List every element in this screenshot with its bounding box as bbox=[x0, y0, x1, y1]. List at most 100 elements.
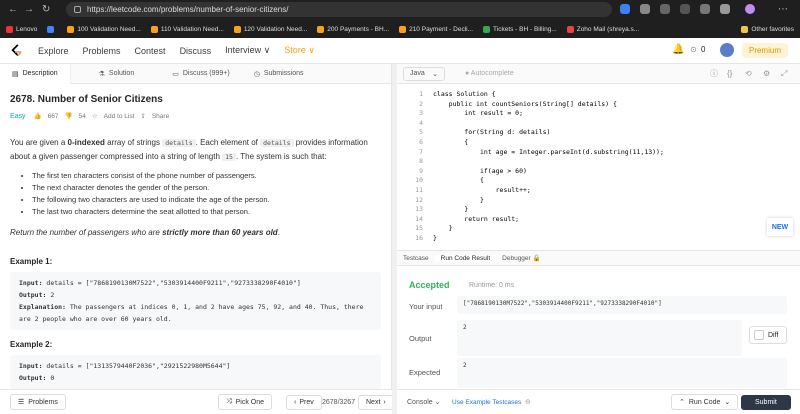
code-editor[interactable]: 1 2 3 4 5 6 7 8 9 10 11 12 13 14 15 16 class Solution {… bbox=[397, 84, 800, 254]
bookmark-item[interactable]: 110 Validation Need... bbox=[150, 25, 224, 33]
extension-icon[interactable] bbox=[620, 4, 630, 14]
profile-avatar-icon[interactable] bbox=[745, 4, 755, 14]
console-toggle[interactable]: Console ⌄ bbox=[407, 398, 441, 406]
problem-tabs: ▤ Description ⚗ Solution ▭ Discuss (999+) ◷… bbox=[0, 63, 391, 84]
line-numbers: 1 2 3 4 5 6 7 8 9 10 11 12 13 14 15 16 bbox=[415, 90, 423, 242]
forward-icon[interactable]: → bbox=[24, 4, 34, 15]
leetcode-logo-icon[interactable] bbox=[10, 43, 24, 58]
chevron-down-icon: ⌄ bbox=[434, 399, 441, 406]
thumbs-down-icon[interactable]: 👎 bbox=[65, 112, 73, 120]
user-avatar[interactable] bbox=[720, 43, 734, 57]
other-favorites[interactable]: Other favorites bbox=[741, 25, 794, 33]
nav-discuss[interactable]: Discuss bbox=[180, 46, 212, 56]
nav-explore[interactable]: Explore bbox=[38, 46, 69, 56]
extension-icon[interactable] bbox=[660, 4, 670, 14]
share-link[interactable]: Share bbox=[152, 113, 169, 120]
back-icon[interactable]: ← bbox=[8, 4, 18, 15]
bookmarks-bar: Lenovo 100 Validation Need... 110 Valida… bbox=[0, 22, 800, 36]
new-feature-badge[interactable]: NEW bbox=[767, 218, 793, 236]
chevron-down-icon: ⌄ bbox=[432, 70, 438, 78]
list-item: The following two characters are used to… bbox=[32, 194, 381, 206]
bookmark-item[interactable]: 120 Validation Need... bbox=[233, 25, 307, 33]
bookmark-item[interactable]: Zoho Mail (shreya.s... bbox=[566, 25, 639, 33]
output-label: Output bbox=[409, 334, 432, 343]
url-text: https://leetcode.com/problems/number-of-… bbox=[87, 5, 289, 14]
reset-icon[interactable]: ⟲ bbox=[745, 69, 752, 78]
fullscreen-icon[interactable]: ⤢ bbox=[781, 69, 787, 79]
use-example-testcases-link[interactable]: Use Example Testcases bbox=[452, 399, 521, 406]
address-bar[interactable]: https://leetcode.com/problems/number-of-… bbox=[66, 2, 612, 17]
code-line: result++; bbox=[433, 185, 531, 194]
nav-contest[interactable]: Contest bbox=[135, 46, 166, 56]
diff-toggle[interactable]: Diff bbox=[749, 326, 787, 344]
bookmark-item[interactable]: Lenovo bbox=[6, 25, 37, 33]
site-nav: Explore Problems Contest Discuss Intervi… bbox=[0, 38, 800, 64]
editor-footer: Console ⌄ Use Example Testcases ⊖ ⌃ Run C… bbox=[397, 389, 800, 414]
autocomplete-toggle[interactable]: ● Autocomplete bbox=[465, 70, 514, 77]
tab-description[interactable]: ▤ Description bbox=[0, 63, 71, 84]
notification-bell-icon[interactable]: 🔔 bbox=[672, 44, 684, 55]
example-1-title: Example 1: bbox=[10, 257, 53, 266]
lock-icon bbox=[74, 6, 81, 13]
editor-pane: Java ⌄ ● Autocomplete ⓘ {} ⟲ ⚙ ⤢ 1234567… bbox=[397, 64, 800, 414]
bookmark-item[interactable]: Tickets - BH - Billing... bbox=[483, 25, 557, 33]
tab-solution[interactable]: ⚗ Solution bbox=[87, 64, 147, 84]
reload-icon[interactable]: ↻ bbox=[42, 4, 50, 15]
tab-debugger[interactable]: Debugger 🔒 bbox=[496, 254, 546, 262]
more-icon[interactable]: ⋯ bbox=[778, 4, 788, 15]
add-to-list-link[interactable]: Add to List bbox=[104, 113, 135, 120]
list-item: The next character denotes the gender of… bbox=[32, 182, 381, 194]
drive-icon bbox=[483, 25, 491, 33]
flask-icon: ⚗ bbox=[98, 70, 105, 78]
chevron-right-icon: › bbox=[383, 398, 386, 406]
run-code-button[interactable]: ⌃ Run Code ⌄ bbox=[671, 394, 739, 410]
bookmark-favicon-icon bbox=[6, 25, 13, 33]
submit-button[interactable]: Submit bbox=[741, 394, 791, 410]
bookmark-item[interactable] bbox=[47, 25, 57, 33]
chevron-down-icon: ⌄ bbox=[724, 399, 731, 406]
toggle-switch bbox=[754, 330, 764, 340]
difficulty-badge: Easy bbox=[10, 112, 26, 120]
extension-icon[interactable] bbox=[720, 4, 730, 14]
bookmark-item[interactable]: 210 Payment - Decli... bbox=[399, 25, 473, 33]
share-icon[interactable]: ⇪ bbox=[140, 112, 145, 120]
bookmark-item[interactable]: 200 Payments - BH... bbox=[317, 25, 389, 33]
tab-run-code-result[interactable]: Run Code Result bbox=[434, 254, 497, 262]
nav-problems[interactable]: Problems bbox=[83, 46, 121, 56]
example-2-title: Example 2: bbox=[10, 340, 53, 349]
bookmark-item[interactable]: 100 Validation Need... bbox=[67, 25, 141, 33]
premium-button[interactable]: Premium bbox=[741, 43, 788, 58]
language-select[interactable]: Java ⌄ bbox=[403, 66, 445, 81]
leetcode-favicon-icon bbox=[233, 25, 241, 33]
tab-submissions[interactable]: ◷ Submissions bbox=[242, 64, 316, 84]
code-line: for(String d: details) bbox=[433, 128, 551, 137]
prev-button[interactable]: ‹ Prev bbox=[286, 394, 322, 410]
code-line: } bbox=[433, 205, 469, 214]
shuffle-icon: ⤨ bbox=[226, 398, 232, 405]
editor-toolbar: Java ⌄ ● Autocomplete ⓘ {} ⟲ ⚙ ⤢ bbox=[397, 64, 800, 84]
star-icon[interactable]: ☆ bbox=[92, 112, 98, 120]
code-line: return result; bbox=[433, 214, 520, 223]
thumbs-up-icon[interactable]: 👍 bbox=[34, 112, 42, 120]
tab-testcase[interactable]: Testcase bbox=[397, 255, 435, 262]
extension-icon[interactable] bbox=[640, 4, 650, 14]
extension-icon[interactable] bbox=[700, 4, 710, 14]
next-button[interactable]: Next › bbox=[358, 394, 394, 410]
extension-icon[interactable] bbox=[680, 4, 690, 14]
info-icon[interactable]: ⓘ bbox=[710, 68, 718, 79]
nav-store[interactable]: Store ∨ bbox=[284, 45, 315, 56]
nav-interview[interactable]: Interview ∨ bbox=[225, 45, 270, 56]
clock-icon: ◷ bbox=[253, 70, 260, 78]
settings-icon[interactable]: ⚙ bbox=[763, 69, 770, 78]
tab-discuss[interactable]: ▭ Discuss (999+) bbox=[160, 64, 242, 84]
expected-value: 2 bbox=[457, 358, 787, 388]
braces-icon[interactable]: {} bbox=[727, 69, 732, 78]
google-icon bbox=[47, 25, 55, 33]
list-icon: ☰ bbox=[18, 399, 25, 406]
help-icon[interactable]: ⊖ bbox=[525, 398, 531, 406]
code-line: { bbox=[433, 176, 484, 185]
coins-count: 0 bbox=[701, 45, 706, 54]
pick-one-button[interactable]: ⤨ Pick One bbox=[218, 394, 273, 410]
problems-list-button[interactable]: ☰ Problems bbox=[10, 394, 66, 410]
